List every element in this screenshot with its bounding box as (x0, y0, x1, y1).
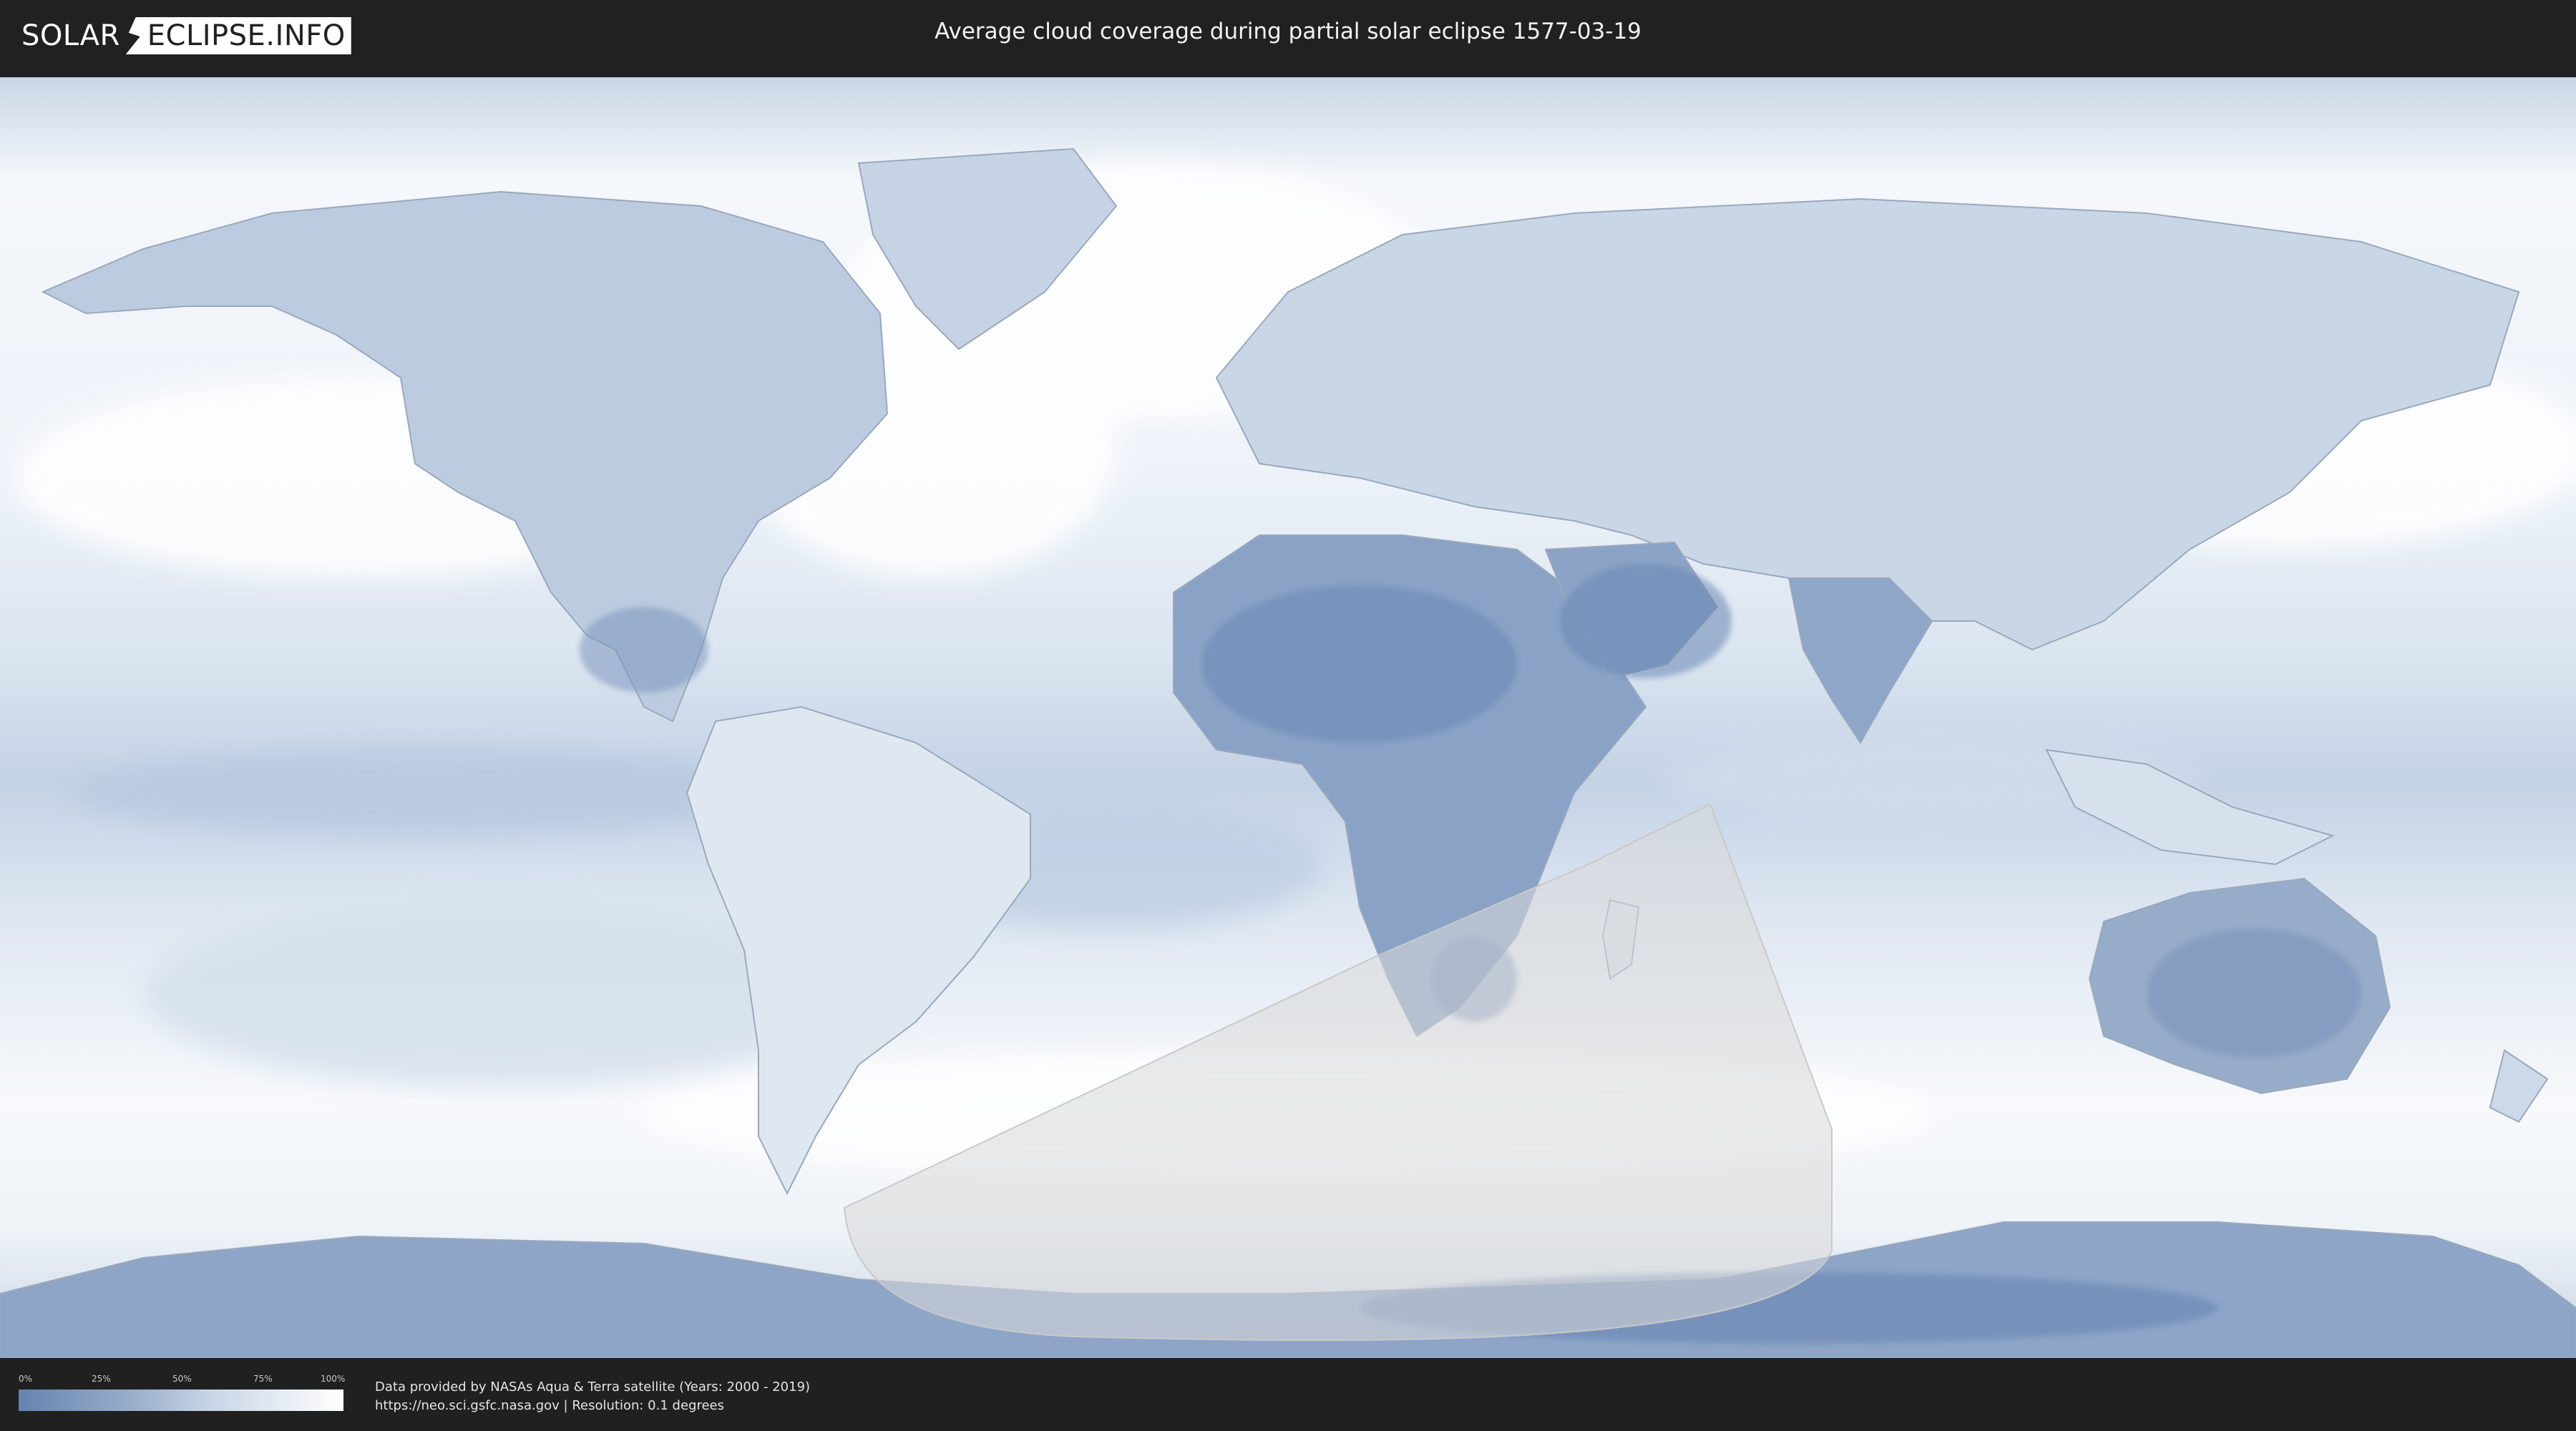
legend-color-bar (19, 1390, 343, 1411)
legend-tick-75: 75% (253, 1374, 273, 1384)
credit-line-source: Data provided by NASAs Aqua & Terra sate… (375, 1379, 811, 1395)
legend-tick-100: 100% (321, 1374, 346, 1384)
header: SOLAR ECLIPSE.INFO Average cloud coverag… (0, 0, 2576, 72)
page-title: Average cloud coverage during partial so… (935, 19, 1641, 44)
legend-tick-50: 50% (172, 1374, 192, 1384)
world-map-svg (0, 77, 2576, 1358)
legend-tick-25: 25% (92, 1374, 111, 1384)
footer: 0% 25% 50% 75% 100% Data provided by NAS… (0, 1358, 2576, 1431)
app: SOLAR ECLIPSE.INFO Average cloud coverag… (0, 0, 2576, 1431)
data-credit: Data provided by NASAs Aqua & Terra sate… (375, 1378, 810, 1415)
cloud-coverage-map (0, 77, 2576, 1358)
legend-tick-0: 0% (19, 1374, 33, 1384)
credit-line-url: https://neo.sci.gsfc.nasa.gov | Resoluti… (375, 1398, 724, 1413)
